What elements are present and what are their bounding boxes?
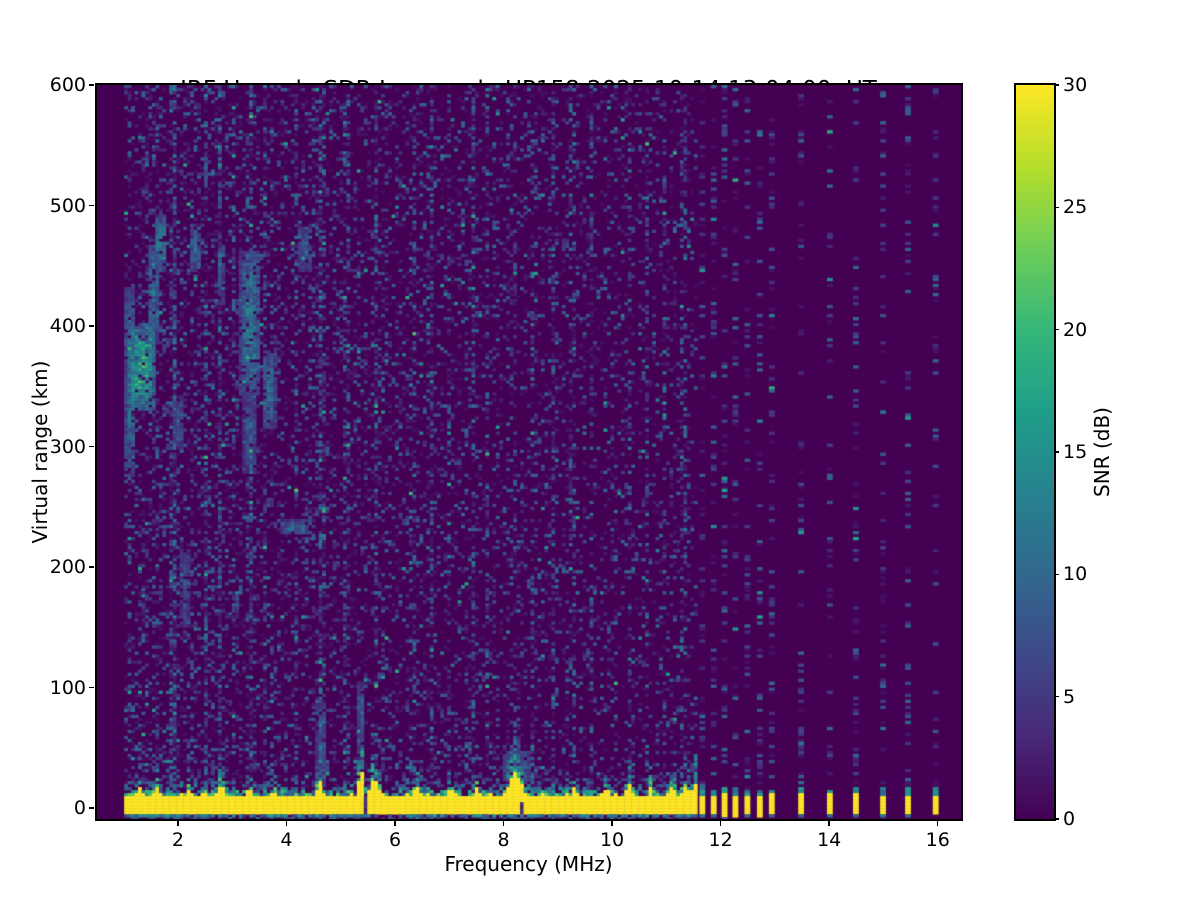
x-tick-label: 12	[708, 829, 733, 851]
y-tick	[89, 84, 94, 86]
colorbar-tick	[1054, 695, 1059, 698]
x-tick	[285, 821, 288, 826]
x-tick	[177, 821, 179, 826]
colorbar-tick	[1054, 328, 1059, 331]
x-axis-label: Frequency (MHz)	[444, 852, 613, 876]
colorbar-tick-label: 10	[1063, 563, 1088, 586]
colorbar-tick-label: 0	[1063, 808, 1076, 830]
colorbar-tick	[1054, 818, 1059, 820]
x-tick-label: 8	[497, 829, 510, 851]
y-tick-label: 500	[49, 194, 86, 217]
x-tick	[502, 821, 505, 826]
y-tick-label: 0	[73, 797, 86, 820]
y-tick	[89, 807, 94, 809]
x-tick-label: 4	[280, 829, 293, 851]
y-tick-label: 400	[49, 315, 86, 338]
y-tick-label: 600	[49, 74, 86, 96]
colorbar-tick-label: 5	[1063, 685, 1076, 708]
x-tick-label: 6	[388, 829, 402, 851]
x-tick-label: 2	[171, 829, 184, 851]
colorbar-tick-label: 25	[1063, 196, 1088, 219]
colorbar	[1014, 83, 1056, 821]
x-tick-label: 14	[817, 829, 842, 851]
y-tick-label: 100	[49, 676, 86, 699]
x-tick	[828, 821, 830, 826]
colorbar-tick	[1054, 84, 1059, 86]
heatmap-canvas	[96, 85, 961, 819]
y-tick	[89, 566, 94, 568]
colorbar-tick	[1054, 206, 1059, 209]
x-tick	[394, 821, 396, 826]
plot-area	[94, 83, 963, 821]
x-tick	[611, 821, 613, 826]
y-tick-label: 300	[49, 435, 86, 458]
ionogram-figure: IRF Uppsala SDR Ionosonde UP158 2025-10-…	[0, 0, 1200, 900]
y-tick-label: 200	[49, 556, 86, 579]
x-tick-label: 10	[599, 829, 625, 851]
colorbar-tick	[1054, 451, 1059, 453]
x-tick	[936, 821, 939, 826]
y-tick	[89, 686, 94, 689]
colorbar-tick-label: 20	[1063, 318, 1088, 341]
colorbar-tick-label: 30	[1063, 74, 1088, 96]
x-tick-label: 16	[925, 829, 950, 851]
y-tick	[89, 445, 94, 448]
x-tick	[719, 821, 722, 826]
y-tick	[89, 325, 94, 327]
colorbar-tick	[1054, 573, 1059, 576]
colorbar-tick-label: 15	[1063, 441, 1088, 463]
y-tick	[89, 204, 94, 207]
